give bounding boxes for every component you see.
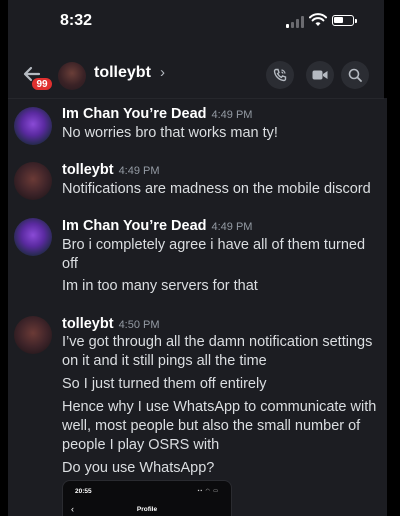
scroll-edge: [384, 98, 387, 516]
message-author[interactable]: tolleybt 4:50 PM: [62, 316, 160, 332]
channel-title[interactable]: tolleybt: [94, 64, 151, 82]
message-author[interactable]: Im Chan You’re Dead 4:49 PM: [62, 106, 252, 122]
message-timestamp: 4:50 PM: [118, 319, 160, 331]
call-button[interactable]: [266, 61, 294, 89]
embed-status-icons: ▪▪ ◠ ▭: [197, 488, 219, 494]
message-text: So I just turned them off entirely: [62, 376, 267, 392]
image-attachment[interactable]: 20:55 ▪▪ ◠ ▭ ‹ Profile: [62, 480, 232, 516]
message-author[interactable]: tolleybt 4:49 PM: [62, 162, 160, 178]
avatar[interactable]: [14, 316, 52, 354]
message-timestamp: 4:49 PM: [211, 109, 253, 121]
chat-panel: 8:32 99 tolleybt › Im Chan You’re Dead 4…: [8, 0, 384, 516]
phone-call-icon: [273, 68, 287, 82]
battery-icon: [332, 15, 357, 26]
message-text: Hence why I use WhatsApp to communicate …: [62, 399, 377, 453]
message-timestamp: 4:49 PM: [118, 165, 160, 177]
message-text: Notifications are madness on the mobile …: [62, 181, 371, 197]
cellular-signal-icon: [286, 16, 304, 28]
avatar[interactable]: [14, 162, 52, 200]
wifi-icon: [309, 13, 327, 26]
chevron-right-icon[interactable]: ›: [160, 64, 165, 81]
video-camera-icon: [312, 70, 328, 80]
message-timestamp: 4:49 PM: [211, 221, 253, 233]
search-button[interactable]: [341, 61, 369, 89]
embed-title: Profile: [136, 506, 158, 513]
embed-status-time: 20:55: [75, 488, 92, 495]
message-author[interactable]: Im Chan You’re Dead 4:49 PM: [62, 218, 252, 234]
status-time: 8:32: [60, 12, 93, 29]
channel-header: 99 tolleybt ›: [8, 52, 384, 99]
message-text: I’ve got through all the damn notificati…: [62, 334, 373, 369]
video-call-button[interactable]: [306, 61, 334, 89]
message-text: Bro i completely agree i have all of the…: [62, 237, 366, 272]
search-icon: [348, 68, 362, 82]
notification-badge: 99: [31, 77, 53, 91]
avatar[interactable]: [14, 218, 52, 256]
avatar[interactable]: [58, 62, 86, 90]
message-text: No worries bro that works man ty!: [62, 125, 278, 141]
message-text: Im in too many servers for that: [62, 278, 258, 294]
message-text: Do you use WhatsApp?: [62, 460, 215, 476]
avatar[interactable]: [14, 107, 52, 145]
